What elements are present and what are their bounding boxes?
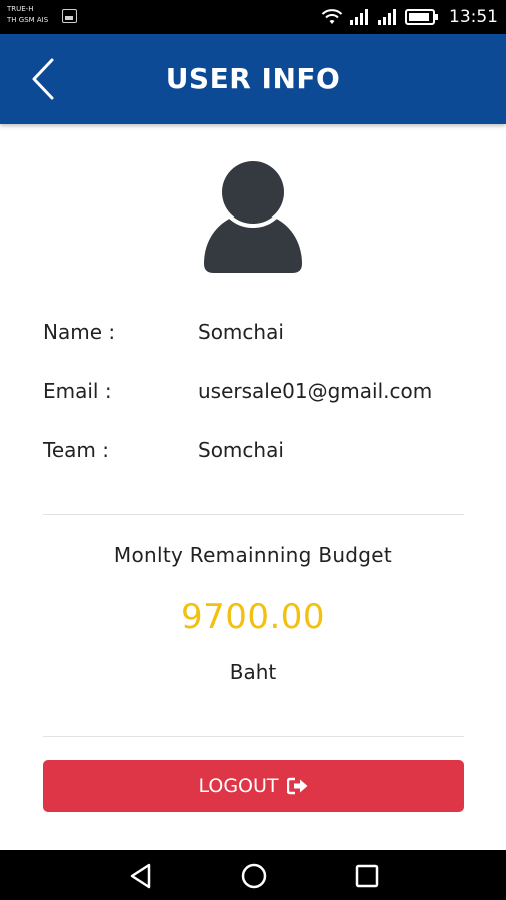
status-indicators: 13:51 bbox=[321, 0, 498, 34]
logout-button[interactable]: LOGOUT bbox=[43, 760, 464, 812]
divider bbox=[43, 514, 464, 515]
budget-value: 9700.00 bbox=[180, 597, 326, 637]
user-icon bbox=[204, 156, 302, 273]
nav-recents-button[interactable] bbox=[353, 862, 381, 890]
wifi-icon bbox=[321, 9, 343, 24]
signal-icon bbox=[378, 9, 396, 25]
image-notification-icon bbox=[62, 9, 77, 23]
email-label: Email : bbox=[43, 379, 112, 403]
divider bbox=[43, 736, 464, 737]
app-header: USER INFO bbox=[0, 34, 506, 124]
team-label: Team : bbox=[43, 438, 109, 462]
signal-icon bbox=[350, 9, 368, 25]
budget-unit: Baht bbox=[229, 660, 277, 684]
sign-out-icon bbox=[286, 777, 308, 795]
circle-home-icon bbox=[241, 863, 267, 889]
name-label: Name : bbox=[43, 320, 116, 344]
avatar bbox=[200, 156, 306, 276]
page-title: USER INFO bbox=[165, 62, 341, 95]
carrier-line-1: TRUE-H bbox=[7, 5, 34, 13]
budget-title: Monlty Remainning Budget bbox=[113, 543, 393, 567]
carrier-line-2: TH GSM AIS bbox=[7, 16, 49, 24]
name-value: Somchai bbox=[198, 320, 284, 344]
email-value: usersale01@gmail.com bbox=[198, 379, 433, 403]
carrier-info: TRUE-H TH GSM AIS bbox=[7, 4, 48, 26]
nav-back-button[interactable] bbox=[127, 862, 155, 890]
status-bar: TRUE-H TH GSM AIS 13:51 bbox=[0, 0, 506, 34]
nav-home-button[interactable] bbox=[240, 862, 268, 890]
square-recents-icon bbox=[355, 864, 379, 888]
triangle-back-icon bbox=[130, 863, 151, 889]
logout-label: LOGOUT bbox=[198, 775, 279, 797]
status-time: 13:51 bbox=[449, 7, 498, 27]
battery-icon bbox=[405, 9, 438, 25]
back-button[interactable] bbox=[22, 56, 62, 102]
team-value: Somchai bbox=[198, 438, 284, 462]
chevron-left-icon bbox=[32, 58, 54, 100]
system-nav-bar bbox=[0, 850, 506, 900]
